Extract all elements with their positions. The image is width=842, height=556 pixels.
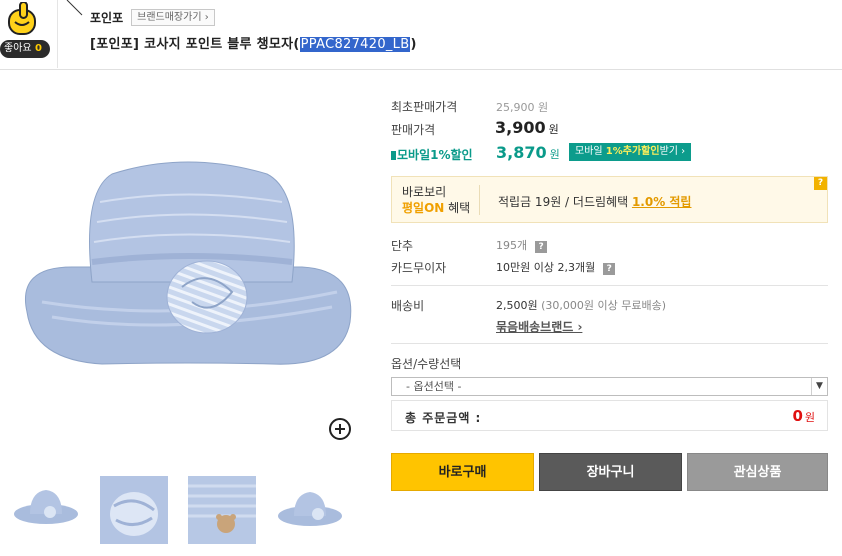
header-divider xyxy=(0,69,842,70)
benefit-line2-rest: 혜택 xyxy=(444,201,471,215)
buy-now-button[interactable]: 바로구매 xyxy=(391,453,534,491)
benefit-help-icon[interactable]: ? xyxy=(814,177,827,190)
original-price-value: 25,900 원 xyxy=(496,101,549,114)
unit-help-icon[interactable]: ? xyxy=(535,241,548,253)
total-amount-box: 총 주문금액 : 0원 xyxy=(391,400,828,431)
shipping-sub: (30,000원 이상 무료배송) xyxy=(537,299,667,312)
mobile-price: 3,870 원 xyxy=(496,143,560,162)
unit-label: 단추 xyxy=(391,239,414,253)
total-won: 원 xyxy=(804,411,815,424)
mobile-discount-button[interactable]: 모바일 1%추가할인받기 › xyxy=(569,143,692,161)
sale-price: 3,900 원 xyxy=(495,118,559,137)
thumbs-up-icon xyxy=(8,2,36,35)
thumbnail-4[interactable] xyxy=(276,476,344,544)
shipping-value: 2,500원 xyxy=(496,299,538,312)
total-value-number: 0 xyxy=(792,407,803,425)
add-to-cart-button[interactable]: 장바구니 xyxy=(539,453,682,491)
card-value: 10만원 이상 2,3개월 xyxy=(496,261,596,274)
sale-price-won: 원 xyxy=(548,123,559,136)
like-count: 0 xyxy=(35,43,42,54)
benefit-desc-prefix: 적립금 19원 / 더드림혜택 xyxy=(498,195,632,209)
card-help-icon[interactable]: ? xyxy=(603,263,616,275)
mobile-button-em: 1%추가할인 xyxy=(605,146,660,157)
sale-price-label: 판매가격 xyxy=(391,123,436,137)
thumbnail-1[interactable] xyxy=(12,476,80,544)
bundle-shipping-link[interactable]: 묶음배송브랜드 › xyxy=(496,318,582,335)
shipping-row: 2,500원 (30,000원 이상 무료배송) xyxy=(496,297,666,313)
divider-options xyxy=(391,343,828,344)
thumbnail-list xyxy=(12,476,344,544)
option-select-value: - 옵션선택 - xyxy=(406,380,462,393)
mobile-button-suffix: 받기 › xyxy=(659,146,686,157)
divider-shipping xyxy=(391,285,828,286)
benefit-line2: 평일ON 혜택 xyxy=(402,200,470,216)
chevron-down-icon[interactable]: ▼ xyxy=(811,378,827,395)
product-title-suffix: ) xyxy=(410,37,417,52)
mobile-button-prefix: 모바일 xyxy=(575,146,606,157)
unit-row: 195개? xyxy=(496,237,548,253)
brand-store-button[interactable]: 브랜드매장가기 › xyxy=(131,9,215,26)
mobile-discount-label-text: 모바일1%할인 xyxy=(397,148,473,162)
mobile-price-won: 원 xyxy=(549,148,560,161)
divider-slash xyxy=(66,0,83,16)
main-product-image xyxy=(25,161,352,365)
product-title: [포인포] 코사지 포인트 블루 챙모자(PPAC827420_LB) xyxy=(90,33,417,52)
options-label: 옵션/수량선택 xyxy=(391,357,462,371)
benefit-box: 바로보리 평일ON 혜택 적립금 19원 / 더드림혜택 1.0% 적립 ? xyxy=(391,176,828,223)
card-label: 카드무이자 xyxy=(391,261,447,275)
sale-price-value: 3,900 xyxy=(495,118,546,137)
card-row: 10만원 이상 2,3개월? xyxy=(496,259,616,275)
original-price-label: 최초판매가격 xyxy=(391,100,458,114)
thumbnail-3[interactable] xyxy=(188,476,256,544)
benefit-desc: 적립금 19원 / 더드림혜택 1.0% 적립 xyxy=(498,193,691,210)
mobile-phone-icon xyxy=(391,151,396,160)
wishlist-button[interactable]: 관심상품 xyxy=(687,453,828,491)
mobile-discount-label: 모바일1%할인 xyxy=(391,146,473,163)
benefit-line1: 바로보리 xyxy=(402,185,447,199)
brand-row: 포인포 브랜드매장가기 › xyxy=(90,9,215,26)
like-label: 좋아요 xyxy=(4,43,32,54)
benefit-percent-link[interactable]: 1.0% 적립 xyxy=(632,195,692,209)
thumbnail-2[interactable] xyxy=(100,476,168,544)
option-select[interactable]: - 옵션선택 - ▼ xyxy=(391,377,828,396)
benefit-title: 바로보리 평일ON 혜택 xyxy=(402,184,470,216)
benefit-separator xyxy=(479,185,480,215)
like-box[interactable]: 좋아요 0 xyxy=(0,0,58,68)
total-label: 총 주문금액 : xyxy=(405,411,482,425)
mobile-price-value: 3,870 xyxy=(496,143,547,162)
like-count-badge: 좋아요 0 xyxy=(0,40,50,58)
unit-value: 195개 xyxy=(496,239,528,252)
product-code: PPAC827420_LB xyxy=(299,37,411,52)
zoom-plus-icon[interactable] xyxy=(329,418,351,440)
benefit-on: 평일ON xyxy=(402,201,445,215)
total-value: 0원 xyxy=(792,407,815,425)
product-title-text: [포인포] 코사지 포인트 블루 챙모자( xyxy=(90,37,300,52)
shipping-label: 배송비 xyxy=(391,299,425,313)
brand-name[interactable]: 포인포 xyxy=(90,9,123,26)
